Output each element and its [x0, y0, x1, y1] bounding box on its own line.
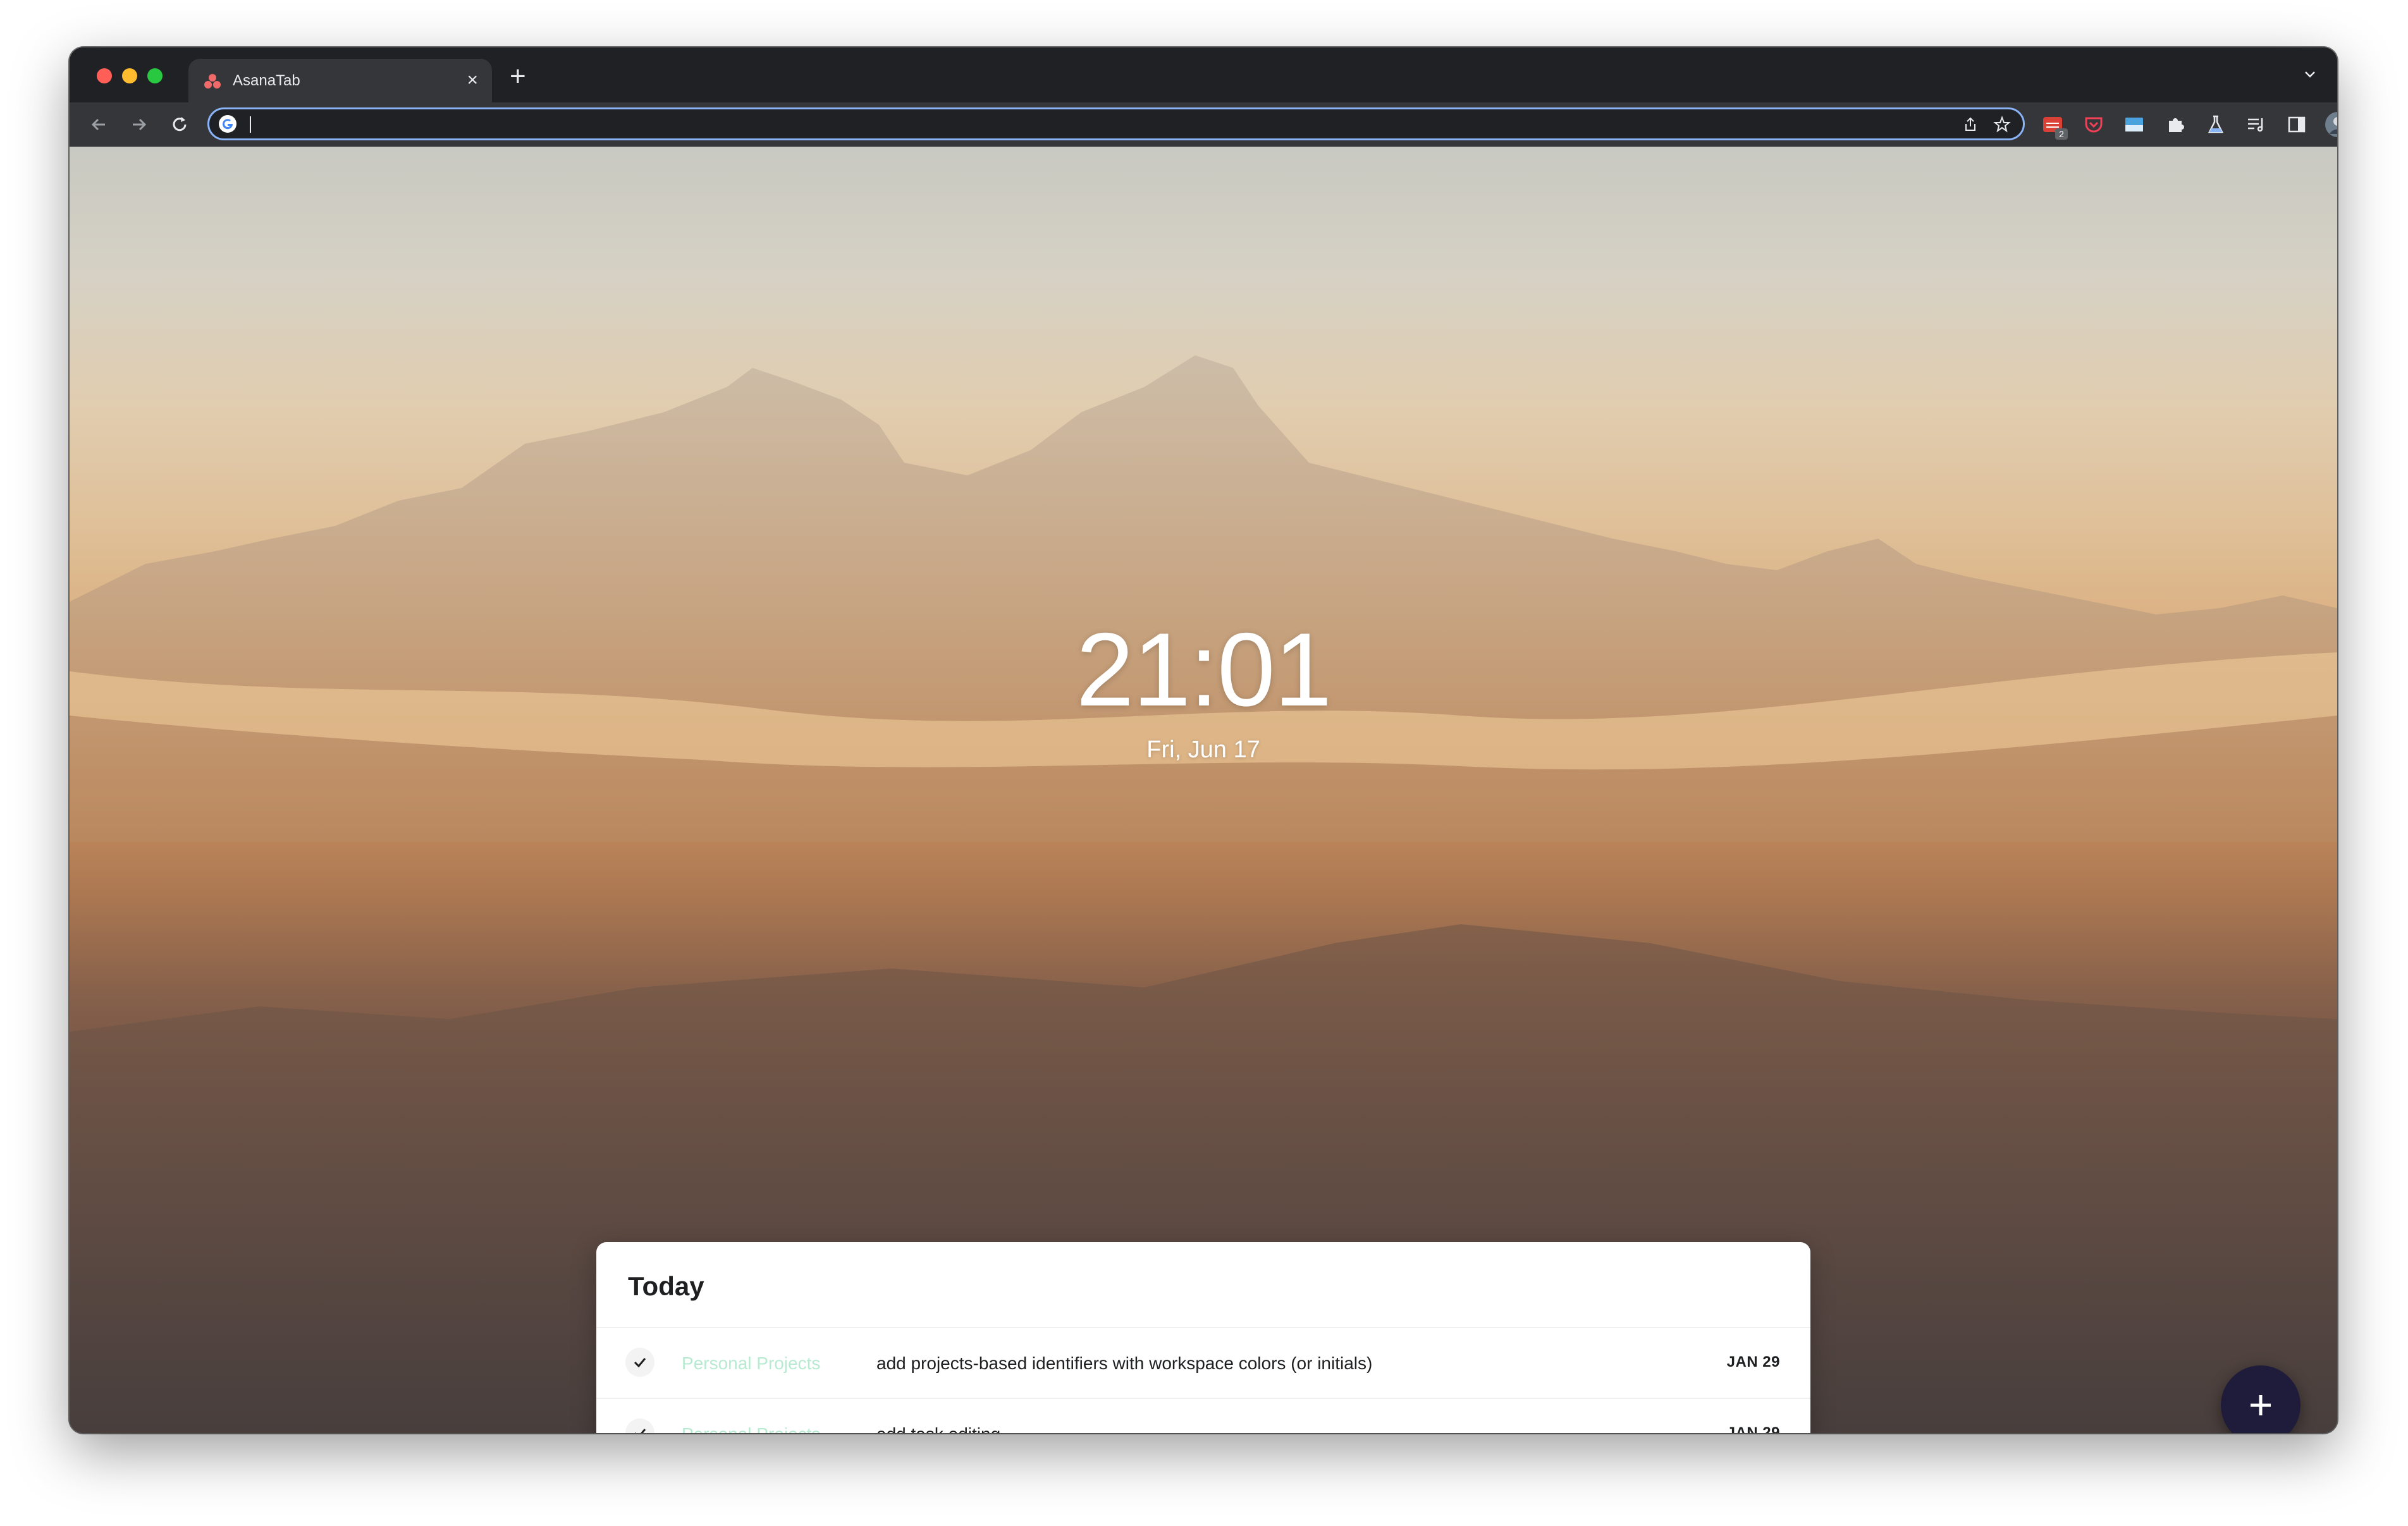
- panel-title: Today: [628, 1271, 704, 1301]
- extension-badge: 2: [2055, 128, 2068, 140]
- flask-icon[interactable]: [2204, 113, 2227, 136]
- tab-close-icon[interactable]: ×: [467, 70, 478, 91]
- complete-task-button[interactable]: [625, 1419, 654, 1433]
- task-name[interactable]: add projects-based identifiers with work…: [876, 1353, 1372, 1374]
- tab-strip: AsanaTab × +: [70, 47, 2337, 102]
- new-tab-button[interactable]: +: [510, 63, 526, 90]
- tab-asanatab[interactable]: AsanaTab ×: [188, 59, 492, 102]
- share-icon[interactable]: [1961, 115, 1980, 134]
- pocket-icon[interactable]: [2082, 113, 2105, 136]
- complete-task-button[interactable]: [625, 1348, 654, 1377]
- checkmark-icon: [635, 1429, 646, 1433]
- project-tag[interactable]: Personal Projects: [682, 1353, 820, 1374]
- puzzle-extensions-icon[interactable]: [2164, 113, 2187, 136]
- checkmark-icon: [634, 1358, 646, 1368]
- side-panel-icon[interactable]: [2285, 113, 2308, 136]
- today-tasks-panel: Today Personal Projects add projects-bas…: [596, 1242, 1810, 1433]
- due-date: JAN 29: [1726, 1424, 1780, 1433]
- reload-icon[interactable]: [168, 113, 191, 136]
- text-caret: [250, 116, 251, 133]
- reading-list-icon[interactable]: [2245, 113, 2268, 136]
- forward-arrow-icon[interactable]: [128, 113, 150, 136]
- tab-search-chevron-icon[interactable]: [2300, 65, 2319, 84]
- asana-logo-icon: [204, 74, 221, 89]
- clock-time: 21:01: [1076, 611, 1332, 728]
- address-bar[interactable]: [207, 107, 2025, 140]
- todoist-extension-icon[interactable]: 2: [2041, 113, 2068, 140]
- task-row[interactable]: Personal Projects add task editing JAN 2…: [596, 1399, 1810, 1433]
- browser-toolbar: 2: [70, 102, 2337, 147]
- browser-window: AsanaTab × + 2 21:01 Fri, Jun 17 Today P…: [70, 47, 2337, 1433]
- profile-avatar[interactable]: [2325, 111, 2337, 138]
- image-extension-icon[interactable]: [2123, 113, 2146, 136]
- fullscreen-window-button[interactable]: [147, 68, 163, 83]
- tab-title: AsanaTab: [233, 72, 300, 89]
- bookmark-star-icon[interactable]: [1993, 115, 2012, 134]
- close-window-button[interactable]: [97, 68, 112, 83]
- clock-date: Fri, Jun 17: [1146, 736, 1260, 763]
- mountain-background-image: [70, 147, 2337, 1433]
- due-date: JAN 29: [1726, 1353, 1780, 1370]
- task-name[interactable]: add task editing: [876, 1424, 1000, 1433]
- project-tag[interactable]: Personal Projects: [682, 1424, 820, 1433]
- minimize-window-button[interactable]: [122, 68, 137, 83]
- back-arrow-icon[interactable]: [87, 113, 110, 136]
- task-row[interactable]: Personal Projects add projects-based ide…: [596, 1328, 1810, 1399]
- plus-icon: [2251, 1395, 2271, 1415]
- google-g-icon: [219, 115, 236, 133]
- new-tab-page: 21:01 Fri, Jun 17 Today Personal Project…: [70, 147, 2337, 1433]
